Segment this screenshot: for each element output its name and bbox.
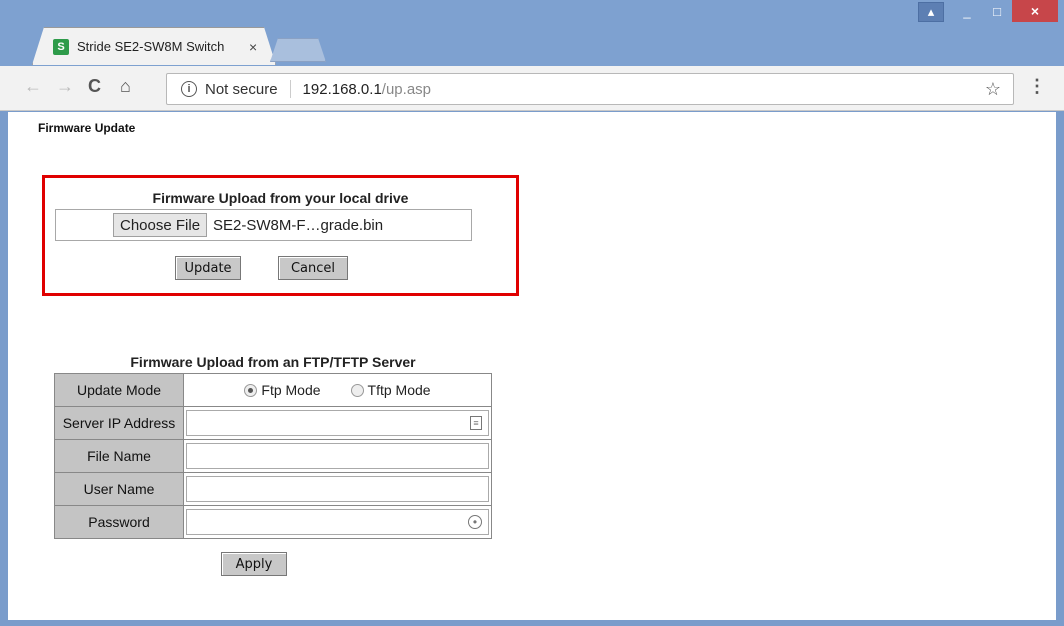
window-titlebar: ▴ _ □ × S Stride SE2-SW8M Switch ×: [0, 0, 1064, 66]
user-name-label: User Name: [54, 472, 184, 506]
minimize-button[interactable]: _: [952, 0, 982, 22]
url-path: /up.asp: [381, 80, 432, 98]
apply-button[interactable]: Apply: [221, 552, 287, 576]
window-controls: ▴ _ □ ×: [918, 0, 1058, 22]
tab-close-icon[interactable]: ×: [249, 39, 257, 55]
reload-button[interactable]: C: [88, 76, 101, 97]
table-row: User Name: [54, 472, 492, 506]
url-host: 192.168.0.1: [302, 80, 382, 98]
tftp-mode-radio[interactable]: Tftp Mode: [350, 382, 431, 398]
password-input[interactable]: •: [186, 509, 489, 535]
forward-button[interactable]: →: [56, 76, 74, 97]
file-name-input[interactable]: [186, 443, 489, 469]
profile-icon[interactable]: ▴: [918, 2, 944, 22]
ftp-upload-heading: Firmware Upload from an FTP/TFTP Server: [130, 354, 416, 370]
page-title: Firmware Update: [38, 121, 136, 135]
autofill-card-icon[interactable]: ≡: [470, 416, 482, 430]
user-name-input[interactable]: [186, 476, 489, 502]
browser-menu-icon[interactable]: ⋮: [1028, 76, 1046, 97]
address-bar[interactable]: i Not secure 192.168.0.1/up.asp ☆: [166, 73, 1014, 105]
local-upload-panel: Firmware Upload from your local drive Ch…: [42, 175, 519, 296]
ftp-mode-radio-icon[interactable]: [244, 383, 258, 397]
table-row: File Name: [54, 439, 492, 473]
server-ip-input[interactable]: ≡: [186, 410, 489, 436]
local-upload-heading: Firmware Upload from your local drive: [152, 190, 409, 206]
file-name-label: File Name: [54, 439, 184, 473]
back-button[interactable]: ←: [24, 76, 42, 97]
address-divider: [289, 80, 291, 98]
site-favicon-icon: S: [53, 38, 69, 55]
browser-tab[interactable]: S Stride SE2-SW8M Switch ×: [32, 27, 276, 65]
server-ip-label: Server IP Address: [54, 406, 184, 440]
choose-file-button[interactable]: Choose File: [113, 213, 208, 237]
password-label: Password: [54, 505, 184, 539]
update-button[interactable]: Update: [175, 256, 241, 280]
page-content: Firmware Update Firmware Upload from you…: [8, 112, 1056, 620]
ftp-settings-table: Update Mode Ftp Mode Tftp Mode Server IP…: [54, 373, 492, 539]
tab-title: Stride SE2-SW8M Switch: [77, 39, 225, 54]
selected-file-name: SE2-SW8M-F…grade.bin: [213, 216, 384, 234]
maximize-button[interactable]: □: [982, 0, 1012, 22]
password-key-icon[interactable]: •: [468, 515, 482, 529]
tftp-mode-label: Tftp Mode: [367, 382, 431, 398]
table-row: Update Mode Ftp Mode Tftp Mode: [54, 373, 492, 407]
update-mode-cell: Ftp Mode Tftp Mode: [183, 373, 492, 407]
new-tab-button[interactable]: [270, 38, 326, 62]
table-row: Password •: [54, 505, 492, 539]
table-row: Server IP Address ≡: [54, 406, 492, 440]
ftp-mode-label: Ftp Mode: [261, 382, 321, 398]
tftp-mode-radio-icon[interactable]: [350, 383, 364, 397]
info-icon[interactable]: i: [181, 81, 197, 97]
cancel-button[interactable]: Cancel: [278, 256, 348, 280]
ftp-mode-radio[interactable]: Ftp Mode: [244, 382, 321, 398]
update-mode-label: Update Mode: [54, 373, 184, 407]
bookmark-star-icon[interactable]: ☆: [985, 79, 1001, 100]
close-window-button[interactable]: ×: [1012, 0, 1058, 22]
security-label: Not secure: [205, 80, 278, 98]
file-input[interactable]: Choose File SE2-SW8M-F…grade.bin: [55, 209, 472, 241]
home-button[interactable]: ⌂: [120, 76, 131, 97]
